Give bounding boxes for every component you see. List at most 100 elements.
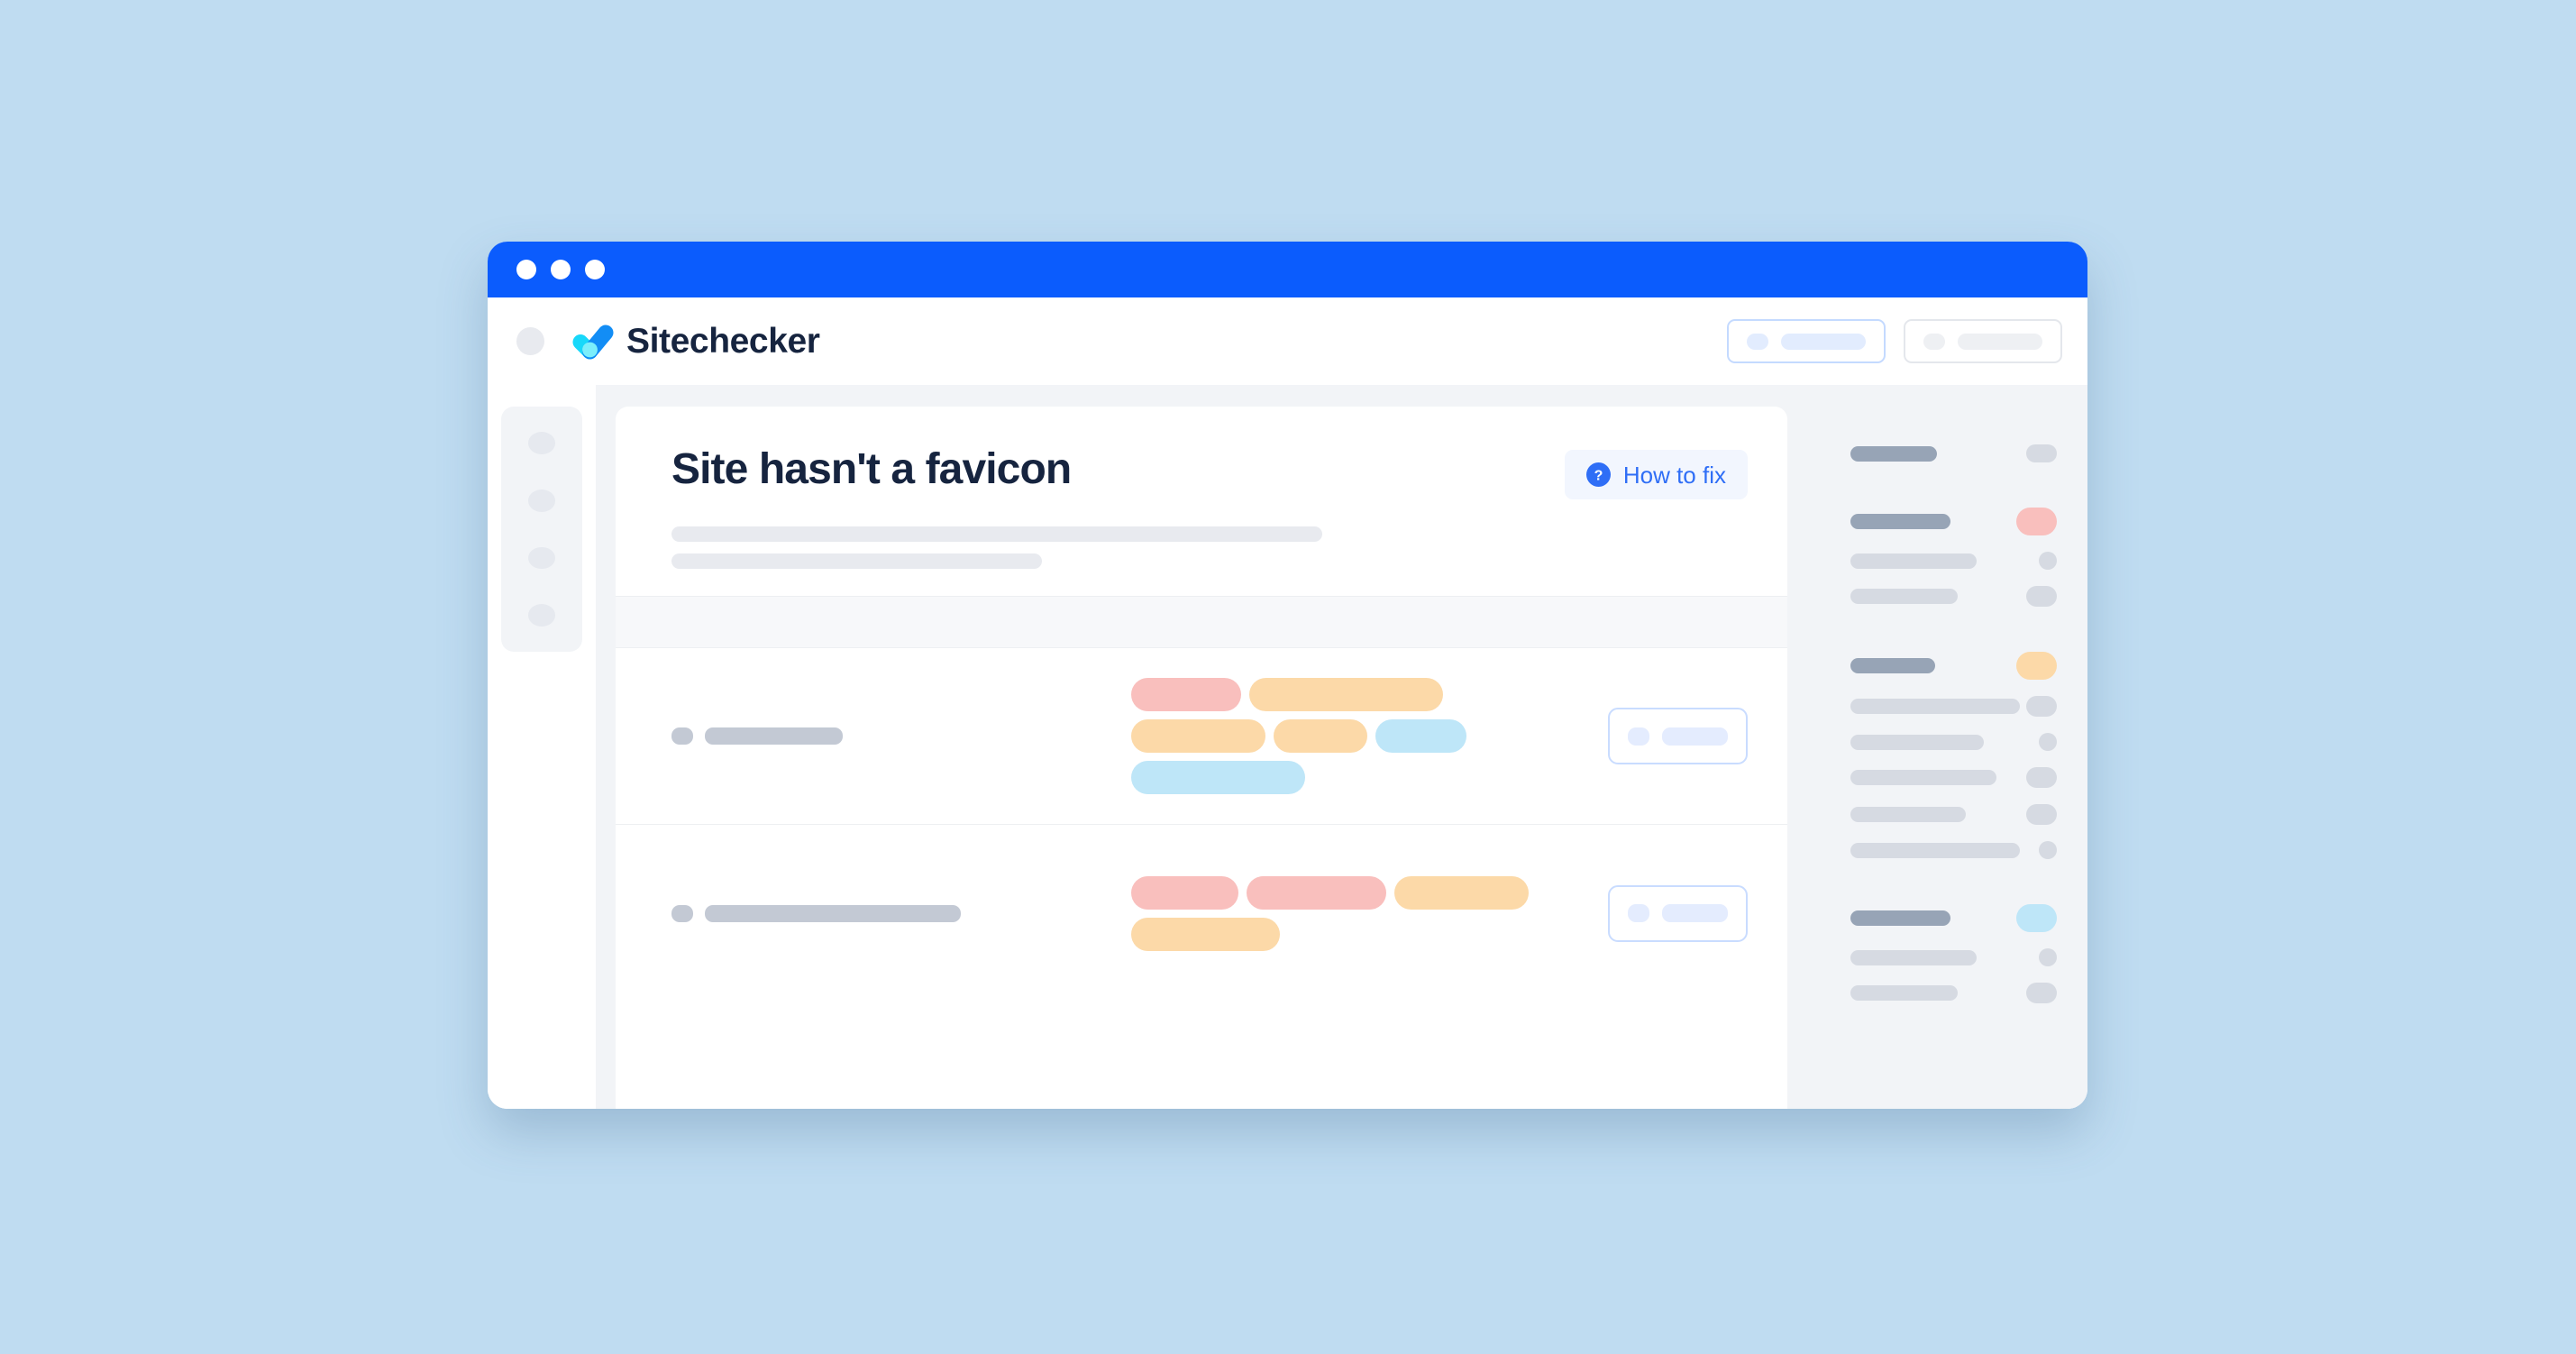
row-title-placeholder [705,727,843,745]
status-badge [2026,983,2057,1003]
row-label-placeholder [671,727,1131,745]
status-badge [2039,733,2057,751]
right-sidebar [1787,407,2087,1109]
page-title: Site hasn't a favicon [671,445,1072,493]
window-minimize-dot[interactable] [551,260,571,279]
content-card: Site hasn't a favicon ? How to fix [616,407,1787,1109]
sidebar-group-header[interactable] [1850,508,2087,535]
sidebar-sub-item[interactable] [1850,841,2087,859]
how-to-fix-button[interactable]: ? How to fix [1564,450,1748,499]
sidebar-group-header[interactable] [1850,444,2087,462]
sidebar-label-placeholder [1850,699,2020,714]
sidebar-label-placeholder [1850,842,2020,858]
sidebar-sub-item[interactable] [1850,733,2087,751]
row-tags [1131,678,1608,794]
description-line-1 [671,526,1322,542]
sidebar-label-placeholder [1850,589,1958,604]
sidebar-group [1850,652,2087,859]
row-action-label-placeholder [1662,904,1728,922]
sidebar-sub-item[interactable] [1850,804,2087,825]
sidebar-item-4-icon[interactable] [528,604,555,627]
left-sidebar-panel [501,407,582,652]
window-maximize-dot[interactable] [585,260,605,279]
tag-pill[interactable] [1394,875,1529,910]
tag-pill[interactable] [1131,875,1238,910]
button-icon-placeholder [1747,333,1768,350]
sidebar-label-placeholder [1850,985,1958,1001]
question-mark-circle-icon: ? [1585,462,1611,487]
tag-pill[interactable] [1131,678,1241,711]
status-badge [2026,804,2057,825]
sidebar-sub-item[interactable] [1850,767,2087,788]
app-header: Sitechecker [488,297,2087,385]
left-sidebar [488,385,596,1109]
table-row[interactable] [616,648,1787,825]
sidebar-label-placeholder [1850,445,1937,462]
header-actions [1727,319,2062,363]
tag-pill[interactable] [1131,761,1305,794]
button-label-placeholder [1781,333,1866,350]
sidebar-group-header[interactable] [1850,904,2087,932]
status-badge [2039,552,2057,570]
tag-pill[interactable] [1131,917,1280,951]
sidebar-sub-item[interactable] [1850,552,2087,570]
status-badge [2026,767,2057,788]
canvas: Site hasn't a favicon ? How to fix [596,385,2087,1109]
browser-window: Sitechecker Site hasn't a favicon ? How … [488,242,2087,1109]
status-badge [2026,444,2057,462]
secondary-placeholder-button[interactable] [1904,319,2062,363]
status-badge [2016,904,2057,932]
tag-pill[interactable] [1247,875,1386,910]
row-bullet-icon [671,727,693,745]
browser-titlebar [488,242,2087,297]
row-label-placeholder [671,904,1131,922]
tag-pill[interactable] [1375,719,1466,753]
sidebar-label-placeholder [1850,910,1950,926]
avatar[interactable] [516,327,544,355]
sidebar-sub-item[interactable] [1850,586,2087,607]
sidebar-sub-item[interactable] [1850,696,2087,717]
description-line-2 [671,553,1042,569]
sidebar-sub-item[interactable] [1850,983,2087,1003]
sidebar-label-placeholder [1850,734,1984,750]
tag-pill[interactable] [1274,719,1367,753]
status-badge [2016,508,2057,535]
row-action-icon-placeholder [1628,904,1649,922]
sidebar-label-placeholder [1850,514,1950,529]
table-row[interactable] [616,825,1787,1002]
status-badge [2039,948,2057,966]
sidebar-label-placeholder [1850,553,1977,569]
sidebar-item-1-icon[interactable] [528,432,555,454]
sidebar-sub-item[interactable] [1850,948,2087,966]
brand-name: Sitechecker [626,322,820,361]
svg-text:?: ? [1594,468,1603,483]
row-action-icon-placeholder [1628,727,1649,746]
checkmark-logo-icon [572,322,614,361]
status-badge [2039,841,2057,859]
sidebar-group [1850,508,2087,607]
button-icon-placeholder [1923,333,1945,350]
sidebar-group [1850,444,2087,462]
status-badge [2026,586,2057,607]
row-action-button[interactable] [1608,708,1748,764]
brand[interactable]: Sitechecker [572,322,820,361]
tag-pill[interactable] [1249,678,1443,711]
sidebar-label-placeholder [1850,658,1935,673]
table-header-band [616,596,1787,648]
primary-placeholder-button[interactable] [1727,319,1886,363]
window-close-dot[interactable] [516,260,536,279]
how-to-fix-label: How to fix [1622,461,1726,489]
sidebar-item-3-icon[interactable] [528,546,555,570]
row-action-button[interactable] [1608,884,1748,942]
row-tags [1131,875,1608,951]
app-body: Site hasn't a favicon ? How to fix [488,385,2087,1109]
button-label-placeholder [1958,333,2042,350]
status-badge [2016,652,2057,680]
tag-pill[interactable] [1131,719,1265,753]
sidebar-item-2-icon[interactable] [528,489,555,512]
sidebar-group-header[interactable] [1850,652,2087,680]
sidebar-label-placeholder [1850,949,1977,965]
